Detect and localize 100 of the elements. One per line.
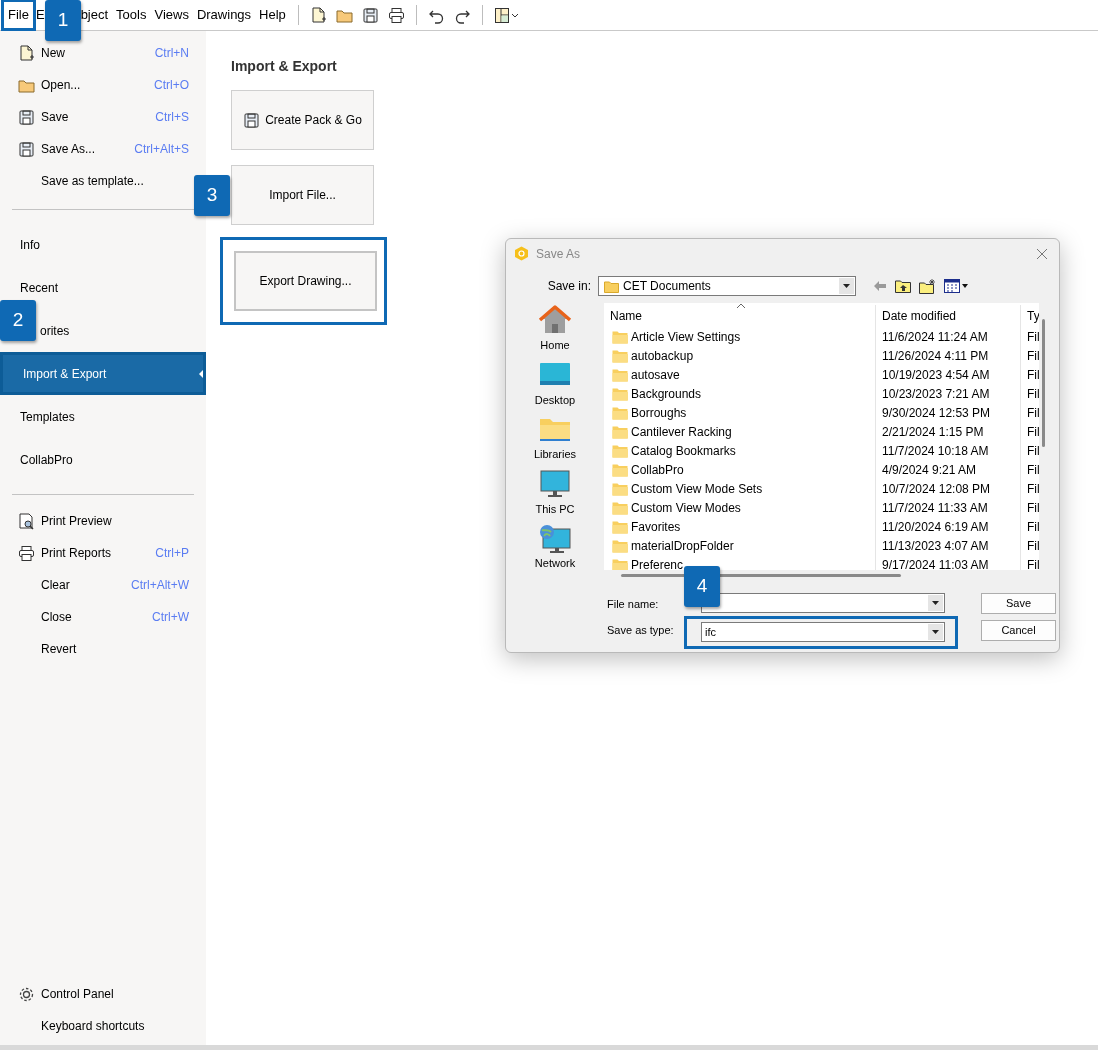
- layout-dropdown-icon: [493, 6, 520, 24]
- column-header[interactable]: Ty: [1020, 305, 1039, 327]
- menu-item[interactable]: Views: [150, 2, 193, 28]
- date-cell: 11/26/2024 4:11 PM: [875, 346, 1020, 365]
- file-name[interactable]: autosave: [631, 365, 680, 384]
- menu-item[interactable]: Templates: [20, 407, 75, 426]
- menu-item[interactable]: Drawings: [192, 2, 256, 28]
- menu-item[interactable]: Print Preview: [41, 512, 112, 530]
- settings-icon: [18, 985, 35, 1003]
- new-file-icon: [309, 6, 327, 24]
- menu-item[interactable]: orites: [40, 321, 70, 340]
- folder-icon: [612, 329, 628, 344]
- new-file-icon: [18, 44, 35, 62]
- date-cell: 11/20/2024 6:19 AM: [875, 517, 1020, 536]
- file-name[interactable]: Cantilever Racking: [631, 422, 732, 441]
- field-value: ifc: [705, 624, 717, 640]
- column-header[interactable]: Name: [604, 305, 875, 327]
- folder-icon: [612, 538, 628, 553]
- menu-item[interactable]: Save As...: [41, 140, 96, 158]
- menu-item[interactable]: Clear: [41, 576, 70, 594]
- menu-item[interactable]: Save: [41, 108, 69, 126]
- menu-item[interactable]: E: [32, 2, 46, 28]
- menu-item[interactable]: bject: [79, 2, 113, 28]
- type-cell: Fil: [1020, 536, 1039, 555]
- place-label[interactable]: This PC: [535, 500, 575, 517]
- date-cell: 10/7/2024 12:08 PM: [875, 479, 1020, 498]
- up-folder-icon: [895, 279, 911, 293]
- action-button[interactable]: Export Drawing...: [234, 251, 377, 311]
- menu-item[interactable]: File: [4, 2, 33, 28]
- file-name[interactable]: materialDropFolder: [631, 536, 734, 555]
- menu-item[interactable]: Open...: [41, 76, 81, 94]
- action-button[interactable]: Import File...: [231, 165, 374, 225]
- menu-item[interactable]: Recent: [20, 278, 59, 297]
- file-name[interactable]: autobackup: [631, 346, 694, 365]
- action-button[interactable]: Create Pack & Go: [231, 90, 374, 150]
- date-cell: 10/19/2023 4:54 AM: [875, 365, 1020, 384]
- file-name[interactable]: Preferenc: [631, 555, 684, 570]
- date-cell: 10/23/2023 7:21 AM: [875, 384, 1020, 403]
- file-name[interactable]: Borroughs: [631, 403, 687, 422]
- type-cell: Fil: [1020, 555, 1039, 570]
- type-cell: Fil: [1020, 346, 1039, 365]
- menu-item[interactable]: Help: [255, 2, 290, 28]
- date-cell: 11/7/2024 11:33 AM: [875, 498, 1020, 517]
- save-as-type-dropdown[interactable]: ifc: [701, 622, 945, 642]
- menu-item[interactable]: Info: [20, 235, 40, 254]
- file-name[interactable]: Catalog Bookmarks: [631, 441, 736, 460]
- type-cell: Fil: [1020, 460, 1039, 479]
- menu-item[interactable]: Import & Export: [0, 352, 206, 395]
- shortcut-text: Ctrl+N: [154, 45, 189, 62]
- dialog-button[interactable]: Save: [981, 593, 1056, 614]
- column-header[interactable]: Date modified: [875, 305, 1020, 327]
- hexagon-logo-icon: [514, 246, 529, 261]
- save-icon: [243, 112, 260, 128]
- menu-item[interactable]: Close: [41, 608, 72, 626]
- folder-icon: [612, 405, 628, 420]
- close-icon: [1036, 247, 1048, 260]
- step-badge: 2: [0, 300, 36, 341]
- menu-label: Keyboard shortcuts: [41, 1018, 145, 1035]
- collapse-arrow-icon: [199, 369, 203, 378]
- back-arrow-icon: [873, 280, 887, 292]
- dialog-button[interactable]: Cancel: [981, 620, 1056, 641]
- date-cell: 4/9/2024 9:21 AM: [875, 460, 1020, 479]
- step-badge: 3: [194, 175, 230, 216]
- file-name[interactable]: CollabPro: [631, 460, 684, 479]
- shortcut-text: Ctrl+Alt+W: [131, 577, 189, 594]
- type-cell: Fil: [1020, 422, 1039, 441]
- scrollbar-thumb[interactable]: [1042, 319, 1045, 447]
- file-name[interactable]: Custom View Mode Sets: [631, 479, 763, 498]
- print-icon: [387, 6, 405, 24]
- file-name[interactable]: Favorites: [631, 517, 681, 536]
- file-name[interactable]: Article View Settings: [631, 327, 741, 346]
- menu-item[interactable]: Save as template...: [41, 172, 144, 190]
- file-name-field[interactable]: [701, 593, 945, 613]
- type-cell: Fil: [1020, 517, 1039, 536]
- menu-item[interactable]: Revert: [41, 640, 77, 658]
- date-cell: 2/21/2024 1:15 PM: [875, 422, 1020, 441]
- network-monitor-icon: [538, 523, 572, 555]
- place-label[interactable]: Libraries: [533, 446, 577, 463]
- menu-item[interactable]: CollabPro: [20, 450, 73, 469]
- folder-icon: [612, 481, 628, 496]
- file-name[interactable]: Custom View Modes: [631, 498, 741, 517]
- file-name[interactable]: Backgrounds: [631, 384, 702, 403]
- folder-icon: [612, 519, 628, 534]
- menu-item[interactable]: Print Reports: [41, 544, 112, 562]
- place-label[interactable]: Home: [540, 337, 570, 354]
- panel-title: Import & Export: [231, 57, 338, 76]
- step-badge: 4: [684, 566, 720, 607]
- shortcut-text: Ctrl+W: [152, 609, 189, 626]
- menu-item[interactable]: New: [41, 44, 65, 62]
- menu-item[interactable]: Control Panel: [0, 978, 206, 1010]
- new-folder-icon: [919, 278, 936, 294]
- save-icon: [18, 108, 35, 126]
- place-label[interactable]: Network: [534, 555, 576, 572]
- place-label[interactable]: Desktop: [534, 391, 576, 408]
- save-in-dropdown[interactable]: CET Documents: [598, 276, 856, 296]
- menu-item[interactable]: Keyboard shortcuts: [0, 1010, 206, 1042]
- menu-item[interactable]: Tools: [112, 2, 151, 28]
- folder-icon: [612, 462, 628, 477]
- date-cell: 9/30/2024 12:53 PM: [875, 403, 1020, 422]
- shortcut-text: Ctrl+P: [155, 545, 189, 562]
